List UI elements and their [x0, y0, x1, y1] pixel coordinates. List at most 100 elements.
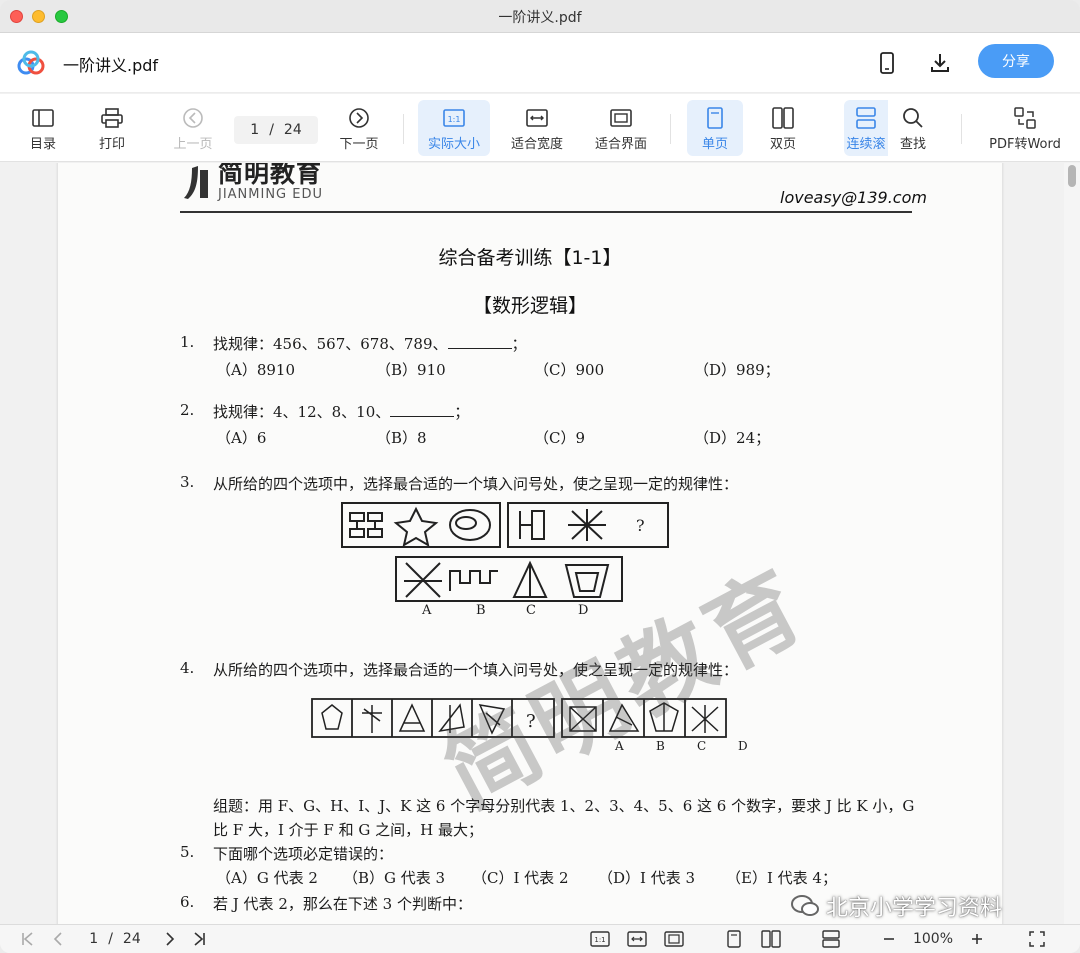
toc-label: 目录: [29, 137, 56, 152]
share-button[interactable]: 分享: [978, 44, 1054, 78]
prev-page-label: 上一页: [173, 137, 213, 152]
continuous-scroll-small-icon[interactable]: [820, 929, 842, 949]
double-page-small-icon[interactable]: [760, 929, 782, 949]
last-page-icon[interactable]: [188, 929, 210, 949]
q3-text: 从所给的四个选项中，选择最合适的一个填入问号处，使之呈现一定的规律性：: [213, 475, 739, 493]
bottom-page-current: 1: [89, 931, 99, 947]
app-window: 一阶讲义.pdf 一阶讲义.pdf 分享 目录 打印 上一页 1 / 24 下一…: [0, 0, 1080, 953]
q2-prompt: 找规律：4、12、8、10、: [213, 403, 391, 421]
q3-number: 3.: [180, 473, 195, 491]
q2-option-a: （A）6: [216, 429, 267, 447]
first-page-icon[interactable]: [18, 929, 38, 949]
next-page-label: 下一页: [339, 137, 379, 152]
q1-option-d: （D）989；: [694, 361, 780, 379]
phone-icon[interactable]: [873, 49, 901, 77]
q2-option-d: （D）24；: [694, 429, 771, 447]
svg-text:1:1: 1:1: [594, 936, 605, 944]
single-page-button[interactable]: 单页: [687, 100, 743, 156]
q1-text: 找规律：456、567、678、789、 ；: [213, 333, 527, 354]
wechat-badge: 北京小学学习资料: [790, 890, 1002, 922]
brand-header: 简明教育 JIANMING EDU: [180, 163, 323, 202]
toolbar: 目录 打印 上一页 1 / 24 下一页 1:1 实际大小 适合宽度 适合界面 …: [0, 94, 1080, 162]
page-current: 1: [250, 122, 260, 138]
actual-size-icon: 1:1: [442, 107, 466, 129]
q5-option-c: （C）I 代表 2: [472, 869, 569, 887]
fit-page-button[interactable]: 适合界面: [589, 100, 653, 156]
pdf-to-word-button[interactable]: PDF转Word: [982, 100, 1068, 156]
q5-option-e: （E）I 代表 4；: [726, 869, 837, 887]
q5-number: 5.: [180, 843, 195, 861]
q3-question-mark: ?: [636, 516, 645, 535]
title-bar: 一阶讲义.pdf: [0, 0, 1080, 33]
fullscreen-icon[interactable]: [1026, 929, 1048, 949]
wechat-icon: [791, 895, 819, 916]
bottom-page-indicator[interactable]: 1 / 24: [80, 929, 150, 949]
fit-width-small-icon[interactable]: [625, 929, 649, 949]
double-page-button[interactable]: 双页: [760, 100, 806, 156]
q3-label-b: B: [476, 603, 486, 618]
wechat-badge-text: 北京小学学习资料: [826, 896, 1003, 921]
q5-option-a: （A）G 代表 2: [216, 869, 318, 887]
fit-page-small-icon[interactable]: [662, 929, 686, 949]
search-button[interactable]: 查找: [890, 100, 936, 156]
header-rule: [180, 211, 912, 213]
pdf-page: 简明教育 JIANMING EDU loveasy@139.com 综合备考训练…: [58, 163, 1002, 924]
q3-label-d: D: [578, 603, 589, 618]
brand-logo-icon: [184, 165, 208, 199]
actual-size-label: 实际大小: [427, 137, 480, 152]
q2-end: ；: [454, 403, 470, 421]
q1-number: 1.: [180, 333, 195, 351]
prev-page-button[interactable]: 上一页: [168, 100, 218, 156]
printer-icon: [100, 107, 124, 129]
vertical-scrollbar[interactable]: [1064, 163, 1080, 924]
q2-option-b: （B）8: [376, 429, 427, 447]
toolbar-divider: [403, 114, 404, 144]
q5-option-d: （D）I 代表 3: [598, 869, 696, 887]
single-page-icon: [703, 107, 727, 129]
brand-name-cn: 简明教育: [218, 163, 323, 188]
zoom-in-icon[interactable]: [968, 929, 986, 949]
document-viewer[interactable]: 简明教育 JIANMING EDU loveasy@139.com 综合备考训练…: [0, 163, 1064, 924]
q3-label-c: C: [526, 603, 536, 618]
double-page-icon: [771, 107, 795, 129]
prev-page-icon[interactable]: [48, 929, 68, 949]
next-page-button[interactable]: 下一页: [334, 100, 384, 156]
chevron-left-circle-icon: [181, 107, 205, 129]
print-label: 打印: [98, 137, 125, 152]
print-button[interactable]: 打印: [92, 100, 132, 156]
fit-width-button[interactable]: 适合宽度: [505, 100, 569, 156]
search-icon: [901, 107, 925, 129]
q4-label-d: D: [738, 739, 748, 753]
doc-title: 综合备考训练【1-1】: [438, 247, 622, 269]
q3-label-a: A: [422, 603, 432, 618]
toc-button[interactable]: 目录: [22, 100, 64, 156]
zoom-out-icon[interactable]: [880, 929, 898, 949]
window-title: 一阶讲义.pdf: [498, 10, 582, 26]
toolbar-divider: [670, 114, 671, 144]
zoom-level: 100%: [912, 931, 954, 947]
q1-end: ；: [511, 335, 527, 353]
scroll-thumb[interactable]: [1068, 165, 1076, 187]
document-name: 一阶讲义.pdf: [63, 56, 159, 75]
single-page-small-icon[interactable]: [724, 929, 744, 949]
group-line-1: 组题：用 F、G、H、I、J、K 这 6 个字母分别代表 1、2、3、4、5、6…: [213, 797, 915, 815]
doc-subtitle: 【数形逻辑】: [472, 295, 587, 317]
double-page-label: 双页: [769, 137, 796, 152]
answer-blank: [390, 403, 455, 417]
continuous-scroll-button[interactable]: 连续滚: [844, 100, 888, 156]
download-icon[interactable]: [926, 49, 954, 77]
q1-option-c: （C）900: [534, 361, 605, 379]
single-page-label: 单页: [701, 137, 728, 152]
next-page-icon[interactable]: [160, 929, 180, 949]
page-number-input[interactable]: 1 / 24: [234, 116, 318, 144]
actual-size-button[interactable]: 1:1 实际大小: [418, 100, 490, 156]
group-line-2: 比 F 大，I 介于 F 和 G 之间，H 最大；: [213, 821, 483, 839]
q4-label-b: B: [656, 739, 665, 753]
q2-text: 找规律：4、12、8、10、 ；: [213, 401, 469, 422]
fit-page-label: 适合界面: [594, 137, 647, 152]
q1-option-a: （A）8910: [216, 361, 296, 379]
q4-label-c: C: [697, 739, 707, 753]
svg-text:1:1: 1:1: [448, 115, 461, 124]
actual-size-small-icon[interactable]: 1:1: [588, 929, 612, 949]
pdf-to-word-label: PDF转Word: [989, 137, 1061, 152]
